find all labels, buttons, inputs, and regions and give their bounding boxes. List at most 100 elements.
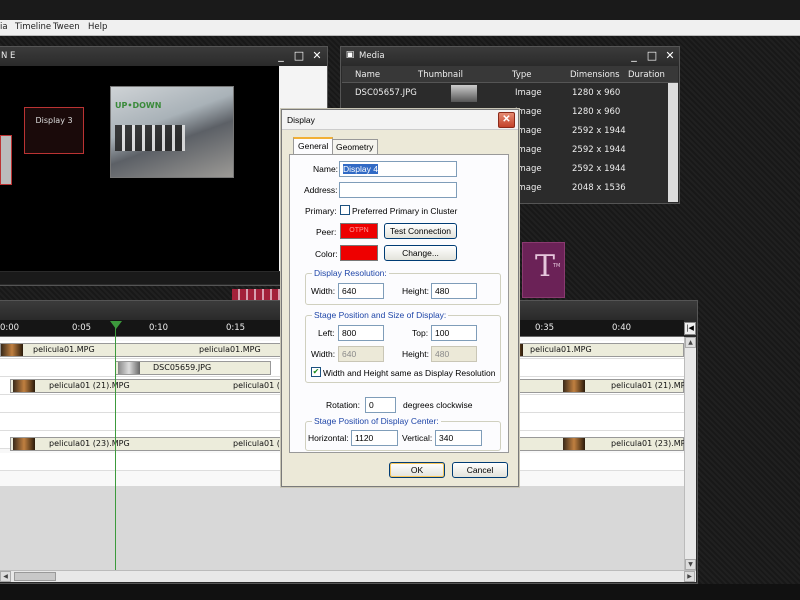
- clip-thumbnail: [563, 438, 585, 450]
- go-to-start-icon[interactable]: |◀: [684, 322, 696, 335]
- rotation-input[interactable]: 0: [365, 397, 396, 413]
- col-duration[interactable]: Duration: [628, 70, 665, 80]
- menu-item-help[interactable]: Help: [88, 22, 107, 32]
- menu-item-timeline[interactable]: Timeline: [15, 22, 51, 32]
- display-3-box[interactable]: Display 3: [24, 107, 84, 154]
- close-icon[interactable]: ✕: [310, 49, 324, 62]
- col-type[interactable]: Type: [512, 70, 532, 80]
- cancel-button[interactable]: Cancel: [452, 462, 508, 478]
- playhead-marker[interactable]: [110, 321, 122, 329]
- scroll-up-icon[interactable]: ▲: [685, 337, 696, 348]
- tab-geometry[interactable]: Geometry: [331, 139, 379, 154]
- stage-height-label: Height:: [402, 349, 429, 359]
- stage-width-label: Width:: [311, 349, 336, 359]
- ok-button[interactable]: OK: [389, 462, 445, 478]
- menu-item-media[interactable]: ia: [0, 22, 8, 32]
- vertical-label: Vertical:: [402, 433, 433, 443]
- dialog-title: Display: [287, 115, 315, 125]
- preferred-primary-checkbox[interactable]: [340, 205, 350, 215]
- clip-label: pelicula01.MPG: [530, 345, 592, 354]
- preferred-primary-label: Preferred Primary in Cluster: [352, 206, 458, 216]
- center-horizontal-input[interactable]: 1120: [351, 430, 398, 446]
- media-scrollbar[interactable]: [668, 83, 678, 202]
- t-letter: T: [535, 249, 556, 284]
- name-value: Display 4: [343, 164, 378, 174]
- address-input[interactable]: [339, 182, 457, 198]
- test-connection-button[interactable]: Test Connection: [384, 223, 457, 239]
- media-row-name: DSC05657.JPG: [355, 88, 417, 98]
- tick-label: 0:05: [72, 323, 92, 333]
- timeline-clip[interactable]: DSC05659.JPG: [115, 361, 271, 375]
- same-as-resolution-checkbox[interactable]: ✔: [311, 367, 321, 377]
- rotation-suffix: degrees clockwise: [403, 400, 473, 410]
- clip-thumbnail: [118, 362, 140, 374]
- height-label: Height:: [402, 286, 429, 296]
- display-dialog: Display ✕ General Geometry Name: Display…: [281, 109, 519, 487]
- stage-top-input[interactable]: 100: [431, 325, 477, 341]
- rotation-label: Rotation:: [326, 400, 361, 410]
- stage-width-input: 640: [338, 346, 384, 362]
- scroll-left-icon[interactable]: ◀: [0, 571, 11, 582]
- app-top-strip: [0, 0, 800, 20]
- close-icon[interactable]: ✕: [498, 112, 515, 128]
- dialog-titlebar: Display ✕: [282, 110, 518, 130]
- media-row-dims: 1280 x 960: [572, 107, 621, 117]
- top-label: Top:: [412, 328, 429, 338]
- tick-label: 0:10: [149, 323, 169, 333]
- primary-label: Primary:: [305, 206, 337, 216]
- photo-people: [115, 125, 185, 151]
- stage-position-group: Stage Position and Size of Display: Left…: [305, 310, 501, 383]
- name-input[interactable]: Display 4: [339, 161, 457, 177]
- playhead-line: [115, 322, 116, 570]
- peer-swatch-text: OTPN: [349, 227, 369, 234]
- scroll-right-icon[interactable]: ▶: [684, 571, 695, 582]
- scroll-down-icon[interactable]: ▼: [685, 559, 696, 570]
- resolution-width-input[interactable]: 640: [338, 283, 384, 299]
- t-block-logo: T TM: [522, 242, 565, 298]
- display-thumbnail[interactable]: [0, 135, 12, 185]
- media-row-dims: 2592 x 1944: [572, 164, 626, 174]
- bottom-strip: [0, 584, 800, 600]
- display-resolution-group: Display Resolution: Width: 640 Height: 4…: [305, 268, 501, 305]
- col-name[interactable]: Name: [355, 70, 380, 80]
- timeline-horizontal-scrollbar[interactable]: ◀ ▶: [0, 570, 696, 582]
- menu-item-tween[interactable]: Tween: [53, 22, 80, 32]
- center-vertical-input[interactable]: 340: [435, 430, 482, 446]
- media-row-dims: 2048 x 1536: [572, 183, 626, 193]
- media-row[interactable]: DSC05657.JPG Image 1280 x 960: [343, 84, 663, 103]
- clip-label: pelicula01 (23).MPG: [49, 439, 130, 448]
- close-icon[interactable]: ✕: [663, 49, 677, 62]
- tab-general[interactable]: General: [293, 137, 334, 154]
- clip-thumbnail: [13, 380, 35, 392]
- scroll-thumb[interactable]: [14, 572, 56, 581]
- menu-bar: ia Timeline Tween Help: [0, 20, 800, 36]
- same-as-resolution-label: Width and Height same as Display Resolut…: [323, 368, 496, 378]
- tick-label: 0:00: [0, 323, 20, 333]
- col-dimensions[interactable]: Dimensions: [570, 70, 620, 80]
- address-label: Address:: [304, 185, 338, 195]
- general-tab-pane: Name: Display 4 Address: Primary: Prefer…: [289, 154, 509, 453]
- maximize-icon[interactable]: □: [645, 49, 659, 62]
- resolution-height-input[interactable]: 480: [431, 283, 477, 299]
- display-color-swatch[interactable]: [340, 245, 378, 261]
- tick-label: 0:15: [226, 323, 246, 333]
- tick-label: 0:40: [612, 323, 632, 333]
- minimize-icon[interactable]: _: [627, 49, 641, 62]
- media-icon: ▣: [345, 50, 355, 60]
- change-color-button[interactable]: Change...: [384, 245, 457, 261]
- tick-label: 0:35: [535, 323, 555, 333]
- minimize-icon[interactable]: _: [274, 49, 288, 62]
- horizontal-label: Horizontal:: [308, 433, 349, 443]
- display-center-group: Stage Position of Display Center: Horizo…: [305, 416, 501, 451]
- clip-label: DSC05659.JPG: [153, 363, 212, 372]
- col-thumbnail[interactable]: Thumbnail: [418, 70, 463, 80]
- media-row-type: Image: [515, 88, 542, 98]
- stage-window-title: N E: [1, 51, 16, 61]
- stage-left-input[interactable]: 800: [338, 325, 384, 341]
- color-label: Color:: [315, 249, 338, 259]
- clip-label: pelicula01.MPG: [33, 345, 95, 354]
- maximize-icon[interactable]: □: [292, 49, 306, 62]
- stage-photo[interactable]: UP•DOWN: [110, 86, 234, 178]
- media-table-header: Name Thumbnail Type Dimensions Duration: [342, 66, 678, 83]
- timeline-vertical-scrollbar[interactable]: ▲ ▼: [684, 337, 696, 570]
